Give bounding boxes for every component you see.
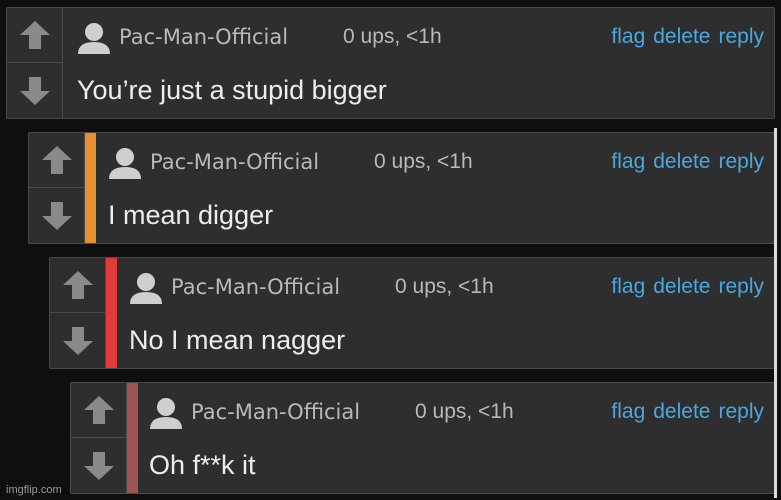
user-avatar-icon[interactable] — [149, 396, 183, 430]
reply-link[interactable]: reply — [718, 25, 764, 48]
user-avatar-icon[interactable] — [77, 21, 111, 55]
reply-link[interactable]: reply — [718, 150, 764, 173]
delete-link[interactable]: delete — [653, 150, 710, 173]
watermark: imgflip.com — [6, 484, 62, 496]
user-avatar-icon[interactable] — [129, 271, 163, 305]
upvote-button[interactable] — [7, 8, 62, 63]
arrow-up-icon — [19, 21, 50, 49]
upvote-button[interactable] — [71, 383, 126, 438]
comment: Pac-Man-Official 0 ups, <1h flag delete re… — [49, 257, 775, 369]
reply-link[interactable]: reply — [718, 400, 764, 423]
comment-body: No I mean nagger — [129, 325, 346, 355]
arrow-up-icon — [41, 146, 72, 174]
username[interactable]: Pac-Man-Official — [119, 25, 288, 49]
vote-column — [7, 8, 63, 118]
flag-link[interactable]: flag — [611, 400, 645, 423]
comment-meta: 0 ups, <1h — [343, 25, 442, 48]
comment: Pac-Man-Official 0 ups, <1h flag delete re… — [28, 132, 775, 244]
arrow-down-icon — [62, 326, 93, 355]
thread-depth-stripe — [127, 383, 138, 493]
arrow-down-icon — [41, 201, 72, 230]
comment: Pac-Man-Official 0 ups, <1h flag delete re… — [70, 382, 775, 494]
comment-meta: 0 ups, <1h — [395, 275, 494, 298]
delete-link[interactable]: delete — [653, 275, 710, 298]
flag-link[interactable]: flag — [611, 275, 645, 298]
comment: Pac-Man-Official 0 ups, <1h flag delete re… — [6, 7, 775, 119]
comment-actions: flag delete reply — [603, 25, 764, 49]
vote-column — [71, 383, 127, 493]
thread-depth-stripe — [85, 133, 96, 243]
downvote-button[interactable] — [7, 63, 62, 118]
user-avatar-icon[interactable] — [108, 146, 142, 180]
vote-column — [29, 133, 85, 243]
arrow-up-icon — [62, 271, 93, 299]
username[interactable]: Pac-Man-Official — [191, 400, 360, 424]
delete-link[interactable]: delete — [653, 400, 710, 423]
username[interactable]: Pac-Man-Official — [150, 150, 319, 174]
flag-link[interactable]: flag — [611, 25, 645, 48]
downvote-button[interactable] — [29, 188, 84, 243]
arrow-down-icon — [19, 76, 50, 105]
comment-meta: 0 ups, <1h — [415, 400, 514, 423]
thread-depth-stripe — [106, 258, 117, 368]
scrollbar[interactable] — [774, 128, 777, 498]
username[interactable]: Pac-Man-Official — [171, 275, 340, 299]
flag-link[interactable]: flag — [611, 150, 645, 173]
comment-body: You’re just a stupid bigger — [77, 75, 387, 105]
arrow-up-icon — [83, 396, 114, 424]
comment-actions: flag delete reply — [603, 150, 764, 174]
vote-column — [50, 258, 106, 368]
upvote-button[interactable] — [50, 258, 105, 313]
downvote-button[interactable] — [50, 313, 105, 368]
comment-body: Oh f**k it — [149, 450, 256, 480]
downvote-button[interactable] — [71, 438, 126, 493]
comment-actions: flag delete reply — [603, 400, 764, 424]
delete-link[interactable]: delete — [653, 25, 710, 48]
comment-meta: 0 ups, <1h — [374, 150, 473, 173]
comment-thread: Pac-Man-Official 0 ups, <1h flag delete re… — [0, 0, 781, 500]
arrow-down-icon — [83, 451, 114, 480]
upvote-button[interactable] — [29, 133, 84, 188]
comment-body: I mean digger — [108, 200, 274, 230]
comment-actions: flag delete reply — [603, 275, 764, 299]
reply-link[interactable]: reply — [718, 275, 764, 298]
